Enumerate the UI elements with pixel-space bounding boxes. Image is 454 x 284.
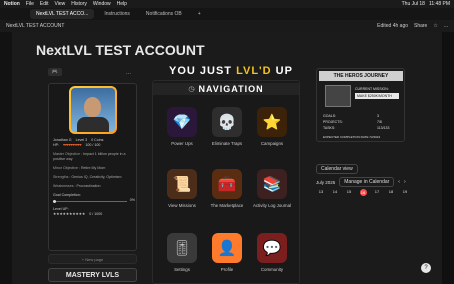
more-icon[interactable]: ... <box>444 23 448 29</box>
treasure-chest-icon: 🧰 <box>212 169 242 199</box>
day-17[interactable]: 17 <box>372 189 382 196</box>
page-title: NextLVL TEST ACCOUNT <box>36 42 205 58</box>
minor-objective-value: : Retire My Mom <box>78 166 106 170</box>
day-15[interactable]: 15 <box>344 189 354 196</box>
app-menu[interactable]: Notion <box>4 1 20 7</box>
current-mission-value: MAKE $250K/MONTH <box>355 93 399 99</box>
menu-edit[interactable]: Edit <box>40 1 49 7</box>
new-tab-button[interactable]: + <box>198 11 201 17</box>
level-up-headline: YOU JUST LVL'D UP <box>169 65 293 77</box>
settings-icon: 🎚 <box>167 233 197 263</box>
nav-profile[interactable]: 👤 Profile <box>206 233 248 272</box>
navigation-title: ◷ NAVIGATION <box>153 83 299 95</box>
nav-eliminate-traps[interactable]: 💀 Eliminate Traps <box>206 107 248 146</box>
level-up-label: Level UP: <box>53 207 69 211</box>
day-14[interactable]: 14 <box>330 189 340 196</box>
weakness-label: Weaknesses <box>53 184 74 188</box>
xp-value: 0 / 1000 <box>89 212 103 216</box>
nav-view-missions[interactable]: 📜 View Missions <box>161 169 203 208</box>
current-mission-label: CURRENT MISSION: <box>355 87 389 91</box>
compass-icon: ◷ <box>188 86 196 93</box>
heroes-journey-card: THE HEROS JOURNEY CURRENT MISSION: MAKE … <box>316 68 405 142</box>
help-button[interactable]: ? <box>421 263 431 273</box>
star-icon[interactable]: ☆ <box>433 23 437 29</box>
calendar-view-button[interactable]: Calendar view <box>316 164 358 174</box>
star-badge-icon: ⭐ <box>257 107 287 137</box>
menu-date: Thu Jul 18 <box>401 1 425 7</box>
xp-stars: ★★★★★★★★★★ <box>53 212 86 216</box>
projects-label: PROJECTS: <box>323 120 343 124</box>
minor-objective-label: Minor Objective <box>53 166 78 170</box>
master-objective-label: Master Objective <box>53 152 80 156</box>
calendar-days: 13 14 15 16 17 18 19 <box>316 189 442 196</box>
left-sidebar <box>0 32 12 284</box>
edited-label: Edited 4h ago <box>377 23 408 29</box>
missions-icon: 📜 <box>167 169 197 199</box>
nav-campaigns[interactable]: ⭐ Campaigns <box>251 107 293 146</box>
expected-completion: EXPECTED COMPLETION RATE 72/2024 <box>323 135 381 139</box>
nav-power-ups[interactable]: 💎 Power Ups <box>161 107 203 146</box>
page-breadcrumb[interactable]: NextLVL TEST ACCOUNT <box>6 23 64 29</box>
new-page-button[interactable]: + New page <box>48 254 137 264</box>
tasks-value: 113/133 <box>377 126 390 130</box>
menu-window[interactable]: Window <box>93 1 111 7</box>
menu-history[interactable]: History <box>71 1 87 7</box>
game-controller-icon[interactable]: 🎮 <box>48 68 62 76</box>
tasks-label: TASKS: <box>323 126 336 130</box>
nav-settings[interactable]: 🎚 Settings <box>161 233 203 272</box>
goal-completion-label: Goal Completion: <box>53 193 81 197</box>
tab-active[interactable]: NextLVL TEST ACCO... <box>30 9 95 19</box>
navigation-panel: ◷ NAVIGATION 💎 Power Ups 💀 Eliminate Tra… <box>152 80 300 284</box>
menu-help[interactable]: Help <box>117 1 127 7</box>
top-bar: NextLVL TEST ACCOUNT Edited 4h ago Share… <box>0 20 454 32</box>
weakness-value: : Procrastination <box>74 184 101 188</box>
calendar-section: Calendar view July 2025 Manage in Calend… <box>316 164 442 252</box>
calendar-month: July 2025 <box>316 179 336 185</box>
heroes-journey-title: THE HEROS JOURNEY <box>319 71 403 81</box>
right-sidebar <box>442 32 454 284</box>
hp-value: 100 / 100 <box>85 143 101 147</box>
avatar <box>69 86 117 134</box>
nav-community[interactable]: 💬 Community <box>251 233 293 272</box>
chevron-right-icon[interactable]: › <box>404 179 406 185</box>
mission-image <box>325 85 351 107</box>
tab-instructions[interactable]: Instructions <box>98 9 136 19</box>
day-13[interactable]: 13 <box>316 189 326 196</box>
menu-view[interactable]: View <box>55 1 66 7</box>
tab-bar: NextLVL TEST ACCO... Instructions Notifi… <box>0 8 454 20</box>
menu-bar: Notion File Edit View History Window Hel… <box>0 0 454 8</box>
nav-marketplace[interactable]: 🧰 The Marketplace <box>206 169 248 208</box>
hp-label: HP: <box>53 143 59 147</box>
share-button[interactable]: Share <box>414 23 427 29</box>
day-19[interactable]: 19 <box>400 189 410 196</box>
strengths-label: Strengths <box>53 175 69 179</box>
manage-calendar-button[interactable]: Manage in Calendar <box>339 177 395 187</box>
menu-time: 11:48 PM <box>428 1 450 7</box>
strengths-value: : Genius IQ, Creativity, Optimism <box>69 175 122 179</box>
projects-value: 7/8 <box>377 120 382 124</box>
day-18[interactable]: 18 <box>386 189 396 196</box>
profile-card: Jonathan G Level 3 0 Coins HP: ♥♥♥♥♥♥♥♥♥… <box>48 83 137 251</box>
menu-file[interactable]: File <box>26 1 34 7</box>
more-icon[interactable]: ... <box>126 70 131 76</box>
chevron-left-icon[interactable]: ‹ <box>398 179 400 185</box>
day-16[interactable]: 16 <box>358 189 368 196</box>
community-icon: 💬 <box>257 233 287 263</box>
goals-label: GOALS: <box>323 114 337 118</box>
skull-icon: 💀 <box>212 107 242 137</box>
goal-completion-value: 0% <box>129 198 135 202</box>
profile-icon: 👤 <box>212 233 242 263</box>
goals-value: 3 <box>377 114 379 118</box>
tab-notifications[interactable]: Notifications OB <box>140 9 188 19</box>
mastery-levels-banner: MASTERY LVLS <box>48 268 137 282</box>
nav-activity-log-journal[interactable]: 📚 Activity Log Journal <box>251 169 293 208</box>
journal-icon: 📚 <box>257 169 287 199</box>
hp-hearts: ♥♥♥♥♥♥♥♥♥♥ <box>63 143 82 147</box>
gem-icon: 💎 <box>167 107 197 137</box>
